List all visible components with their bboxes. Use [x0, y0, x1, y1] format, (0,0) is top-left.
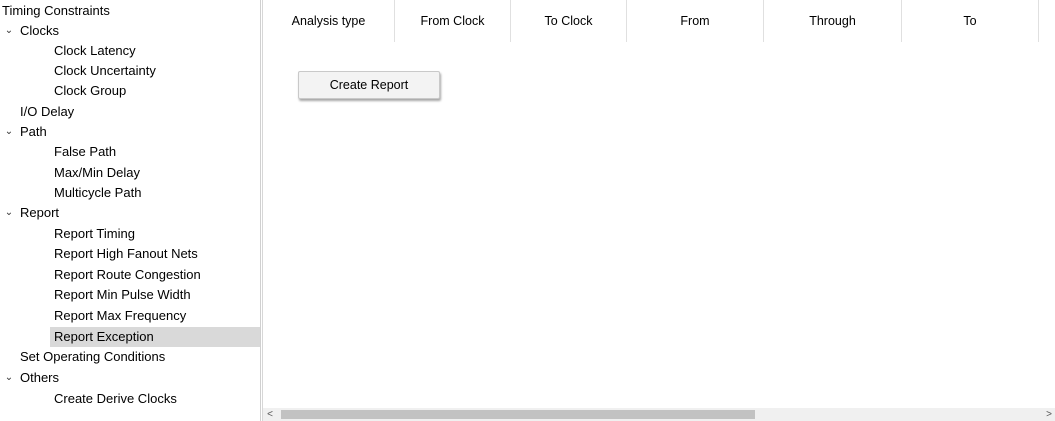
tree-item-label: Clock Uncertainty [54, 63, 156, 78]
tree-group-others[interactable]: Others [4, 368, 260, 388]
tree-item-label: Clock Latency [54, 43, 136, 58]
column-header-from[interactable]: From [627, 0, 764, 42]
column-header-to-clock[interactable]: To Clock [511, 0, 627, 42]
tree-item-report-timing[interactable]: Report Timing [54, 224, 135, 244]
tree-item-label: Create Derive Clocks [54, 391, 177, 406]
tree-group-label: Path [20, 124, 47, 139]
scroll-left-icon[interactable]: < [263, 408, 277, 421]
create-report-button[interactable]: Create Report [298, 71, 440, 99]
column-header-to[interactable]: To [902, 0, 1039, 42]
horizontal-scrollbar[interactable]: < > [263, 408, 1055, 421]
chevron-down-icon[interactable] [4, 21, 14, 41]
column-header-from-clock[interactable]: From Clock [395, 0, 511, 42]
tree-item-label: Clock Group [54, 83, 127, 98]
chevron-down-icon[interactable] [4, 203, 14, 223]
column-header-through[interactable]: Through [764, 0, 902, 42]
tree-item-label: Max/Min Delay [54, 165, 140, 180]
tree-group-label: Report [20, 205, 60, 220]
tree-item-set-operating-conditions[interactable]: Set Operating Conditions [20, 347, 165, 367]
tree-item-label: Set Operating Conditions [20, 349, 166, 364]
tree-root-timing-constraints[interactable]: Timing Constraints [2, 1, 110, 21]
tree-item-clock-uncertainty[interactable]: Clock Uncertainty [54, 61, 156, 81]
tree-item-report-min-pulse-width[interactable]: Report Min Pulse Width [54, 285, 191, 305]
tree-item-false-path[interactable]: False Path [54, 142, 116, 162]
scrollbar-thumb[interactable] [281, 410, 755, 419]
tree-root-label: Timing Constraints [2, 3, 110, 18]
tree-group-label: Others [20, 370, 60, 385]
tree-item-label: Report Route Congestion [54, 267, 201, 282]
tree-item-label: False Path [54, 144, 117, 159]
tree-item-report-max-frequency[interactable]: Report Max Frequency [54, 306, 186, 326]
tree-item-label: Report Timing [54, 226, 135, 241]
tree-item-label: Multicycle Path [54, 185, 142, 200]
tree-group-label: Clocks [20, 23, 60, 38]
tree-item-max-min-delay[interactable]: Max/Min Delay [54, 163, 140, 183]
tree-group-path[interactable]: Path [4, 122, 260, 142]
tree-item-report-exception[interactable]: Report Exception [50, 327, 260, 347]
report-panel: Analysis type From Clock To Clock From T… [262, 0, 1055, 421]
chevron-down-icon[interactable] [4, 368, 14, 388]
tree-item-io-delay[interactable]: I/O Delay [20, 102, 74, 122]
tree-item-label: Report High Fanout Nets [54, 246, 198, 261]
tree-group-report[interactable]: Report [4, 203, 260, 223]
constraints-tree: Timing Constraints Clocks Clock Latency … [0, 0, 261, 421]
tree-item-multicycle-path[interactable]: Multicycle Path [54, 183, 141, 203]
scroll-right-icon[interactable]: > [1042, 408, 1055, 421]
tree-item-label: Report Exception [54, 329, 154, 344]
table-header: Analysis type From Clock To Clock From T… [263, 0, 1055, 42]
tree-item-create-derive-clocks[interactable]: Create Derive Clocks [54, 389, 177, 409]
tree-item-report-high-fanout-nets[interactable]: Report High Fanout Nets [54, 244, 198, 264]
tree-item-label: Report Min Pulse Width [54, 287, 191, 302]
tree-item-clock-latency[interactable]: Clock Latency [54, 41, 136, 61]
tree-item-label: I/O Delay [20, 104, 75, 119]
chevron-down-icon[interactable] [4, 122, 14, 142]
tree-group-clocks[interactable]: Clocks [4, 21, 260, 41]
tree-item-label: Report Max Frequency [54, 308, 187, 323]
column-header-analysis-type[interactable]: Analysis type [263, 0, 395, 42]
tree-item-report-route-congestion[interactable]: Report Route Congestion [54, 265, 201, 285]
tree-item-clock-group[interactable]: Clock Group [54, 81, 126, 101]
